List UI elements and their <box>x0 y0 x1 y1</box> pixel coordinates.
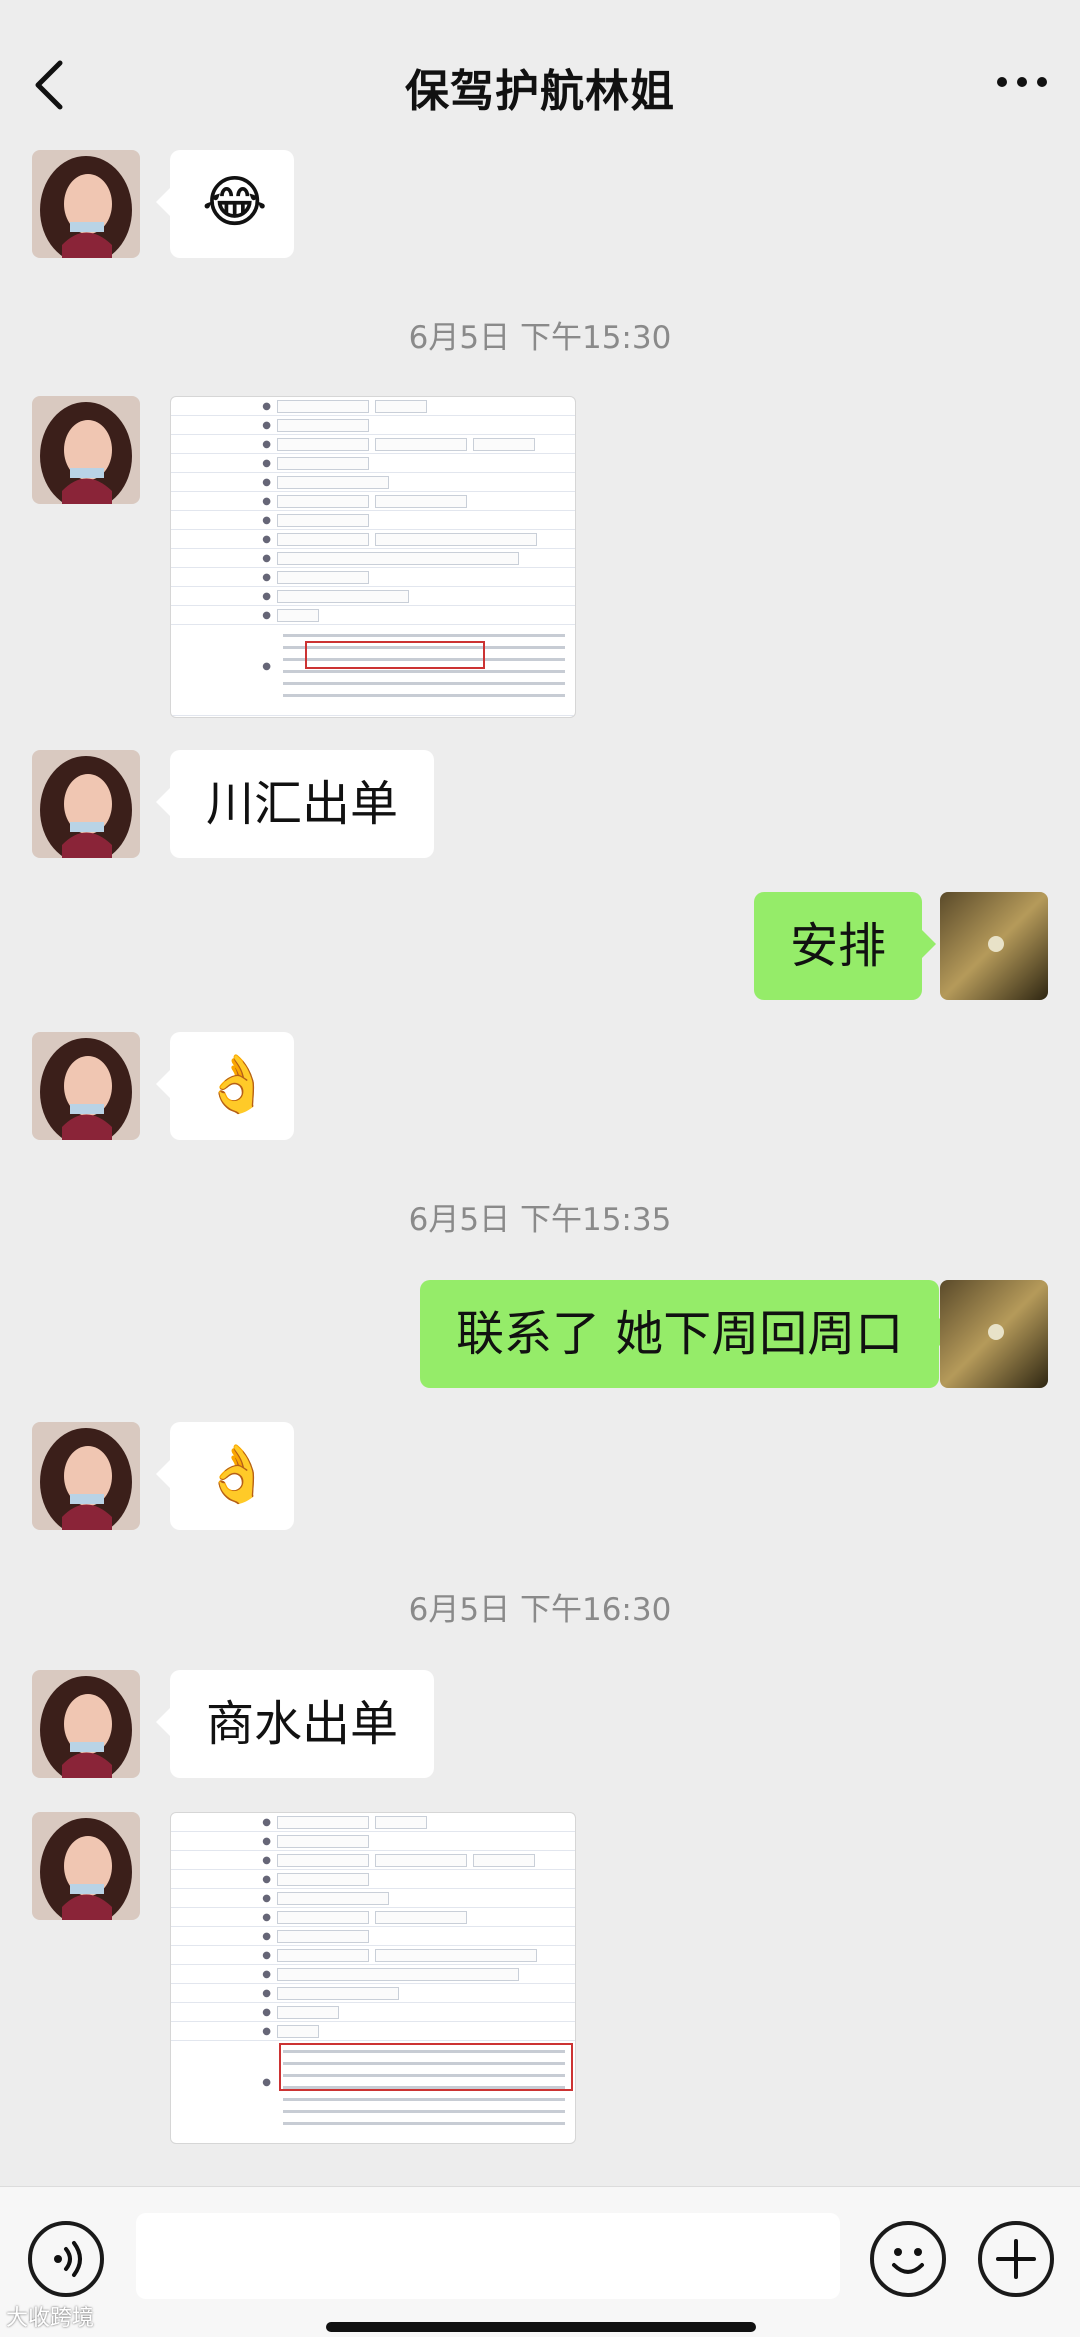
avatar[interactable] <box>32 396 140 504</box>
text-message[interactable]: 商水出单 <box>155 1670 435 1778</box>
timestamp: 6月5日 下午15:35 <box>408 1202 672 1238</box>
timestamp: 6月5日 下午16:30 <box>408 1592 672 1628</box>
message-input[interactable] <box>136 2213 840 2299</box>
my-avatar-image <box>940 1280 1048 1388</box>
sent-text-message[interactable]: 安排 <box>754 892 937 1000</box>
emoji-message[interactable]: 😂 <box>156 150 294 258</box>
smiley-icon <box>892 2248 924 2274</box>
ok-hand-emoji: 👌 <box>202 1442 272 1507</box>
contact-avatar-image <box>32 150 140 258</box>
form-screenshot: ● ● ● ● ● ● ● ● ● ● ● ● ● <box>171 1813 575 2143</box>
my-avatar[interactable] <box>940 1280 1048 1388</box>
message-composer <box>0 2186 1080 2337</box>
avatar[interactable] <box>32 1422 140 1530</box>
contact-avatar-image <box>32 1422 140 1530</box>
image-message-form-1[interactable]: ● ● ● ● ● ● ● ● ● ● ● ● ● <box>170 396 576 718</box>
plus-button[interactable] <box>978 2221 1054 2297</box>
voice-icon <box>54 2241 82 2277</box>
ok-hand-emoji: 👌 <box>202 1052 272 1117</box>
form-screenshot: ● ● ● ● ● ● ● ● ● ● ● ● ● <box>171 397 575 716</box>
chat-header: 保驾护航林姐 <box>0 0 1080 150</box>
avatar[interactable] <box>32 1812 140 1920</box>
laughing-emoji: 😂 <box>202 170 268 235</box>
contact-avatar-image <box>32 396 140 504</box>
image-message-form-2[interactable]: ● ● ● ● ● ● ● ● ● ● ● ● ● <box>170 1812 576 2144</box>
more-button[interactable] <box>992 62 1052 102</box>
watermark-text: 大收跨境 <box>6 2306 95 2331</box>
home-indicator[interactable] <box>326 2322 756 2332</box>
avatar[interactable] <box>32 150 140 258</box>
contact-avatar-image <box>32 1812 140 1920</box>
timestamp: 6月5日 下午15:30 <box>408 320 672 356</box>
emoji-message[interactable]: 👌 <box>156 1422 294 1530</box>
emoji-button[interactable] <box>870 2221 946 2297</box>
my-avatar-image <box>940 892 1048 1000</box>
ellipsis-icon <box>997 77 1047 87</box>
plus-icon <box>996 2239 1036 2279</box>
emoji-message[interactable]: 👌 <box>156 1032 294 1140</box>
avatar[interactable] <box>32 1032 140 1140</box>
avatar[interactable] <box>32 1670 140 1778</box>
my-avatar[interactable] <box>940 892 1048 1000</box>
avatar[interactable] <box>32 750 140 858</box>
chat-title: 保驾护航林姐 <box>405 66 675 117</box>
sent-text-message[interactable]: 联系了 她下周回周口 <box>420 1280 954 1388</box>
text-message[interactable]: 川汇出单 <box>155 750 435 858</box>
contact-avatar-image <box>32 1670 140 1778</box>
voice-button[interactable] <box>28 2221 104 2297</box>
contact-avatar-image <box>32 750 140 858</box>
contact-avatar-image <box>32 1032 140 1140</box>
